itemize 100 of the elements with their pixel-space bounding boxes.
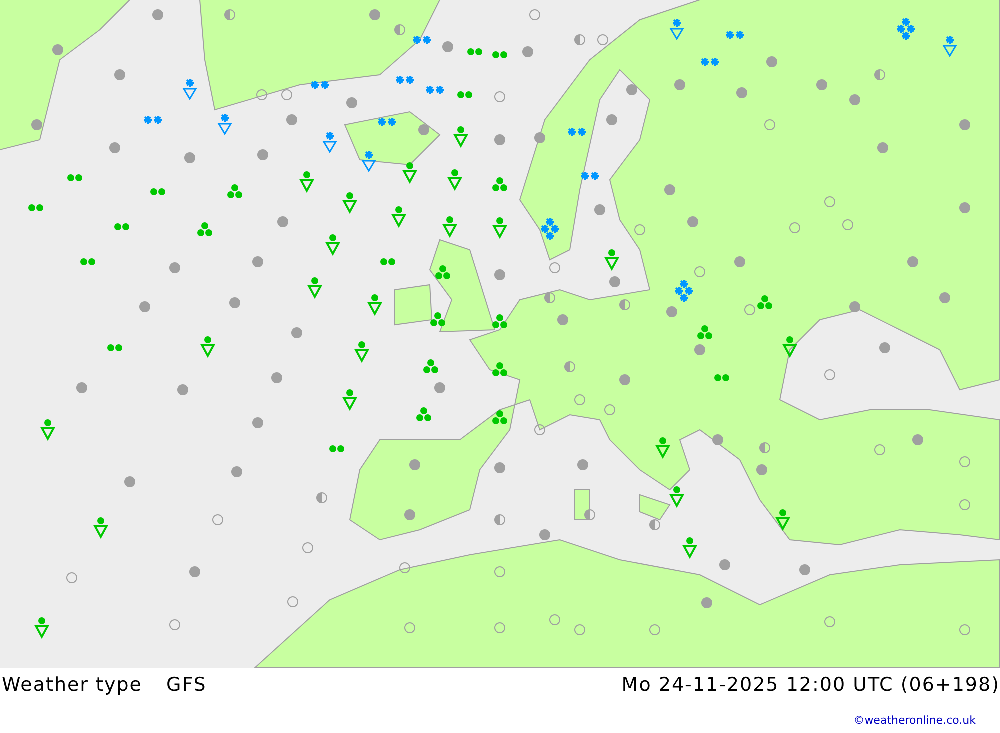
half-dot-icon: [620, 300, 630, 310]
snow-icon: [377, 117, 397, 127]
half-dot-icon: [564, 362, 576, 372]
dot-icon: [620, 374, 630, 386]
dot-icon: [272, 372, 282, 384]
dot-icon: [578, 460, 588, 470]
snow-icon: [725, 30, 745, 40]
half-dot-icon: [874, 70, 886, 80]
dot-icon: [404, 510, 416, 520]
dot-icon: [694, 344, 706, 356]
dot-icon: [370, 10, 380, 20]
shower-icon: [342, 192, 358, 214]
dot-icon: [230, 298, 240, 308]
dot-icon: [124, 476, 136, 488]
dot-icon: [434, 382, 446, 394]
dot-icon: [800, 564, 810, 576]
snowflake-cluster-icon: [674, 279, 694, 303]
shower-icon: [299, 172, 315, 194]
double-dot-icon: [468, 48, 482, 56]
ring-icon: [256, 90, 268, 100]
dot-icon: [292, 328, 302, 338]
ring-icon: [530, 10, 540, 20]
ring-icon: [288, 596, 298, 608]
dot-icon: [756, 464, 768, 476]
snow-shower-icon: [942, 35, 958, 58]
dot-icon: [960, 120, 970, 130]
dot-icon: [114, 70, 126, 80]
half-dot-icon: [650, 520, 660, 530]
ring-icon: [534, 424, 546, 436]
half-dot-icon: [224, 10, 236, 20]
double-dot-icon: [458, 92, 472, 98]
dot-icon: [286, 114, 298, 126]
dot-icon: [816, 80, 828, 90]
dot-icon: [912, 434, 924, 446]
dot-icon: [442, 42, 454, 52]
snow-shower-icon: [670, 18, 684, 40]
triple-dot-icon: [198, 222, 212, 236]
dot-icon: [252, 256, 264, 268]
dot-icon: [110, 142, 120, 154]
double-dot-icon: [80, 258, 96, 266]
snow-shower-icon: [182, 78, 198, 100]
ring-icon: [598, 34, 608, 46]
ring-icon: [842, 220, 854, 230]
credit-text: ©weatheronline.co.uk: [854, 712, 976, 728]
triple-dot-icon: [492, 410, 508, 424]
dot-icon: [534, 132, 546, 144]
dot-icon: [258, 150, 268, 160]
ring-icon: [574, 394, 586, 406]
snow-icon: [567, 127, 587, 137]
dot-icon: [418, 124, 430, 136]
triple-dot-icon: [436, 266, 450, 280]
half-dot-icon: [544, 292, 556, 304]
double-dot-icon: [28, 204, 44, 212]
dot-icon: [140, 302, 150, 312]
dot-icon: [594, 204, 606, 216]
dot-icon: [522, 46, 534, 58]
ring-icon: [824, 370, 836, 380]
half-dot-icon: [316, 492, 328, 504]
snow-icon: [412, 35, 432, 45]
dot-icon: [410, 460, 420, 470]
ring-icon: [634, 224, 646, 236]
shower-icon: [442, 216, 458, 238]
dot-icon: [940, 292, 950, 304]
ring-icon: [604, 404, 616, 416]
ring-icon: [494, 566, 506, 578]
dot-icon: [610, 276, 620, 288]
shower-icon: [447, 170, 463, 192]
dot-icon: [880, 342, 890, 354]
dot-icon: [606, 114, 618, 126]
dot-icon: [908, 256, 918, 268]
double-dot-icon: [108, 344, 122, 352]
ring-icon: [874, 444, 886, 456]
dot-icon: [558, 314, 568, 326]
double-dot-icon: [114, 224, 130, 230]
dot-icon: [850, 94, 860, 106]
model-name: GFS: [166, 676, 207, 695]
dot-icon: [494, 134, 506, 146]
snow-shower-icon: [322, 131, 338, 154]
ring-icon: [960, 624, 970, 636]
triple-dot-icon: [492, 362, 508, 376]
half-dot-icon: [584, 510, 596, 520]
shower-icon: [391, 206, 407, 228]
double-dot-icon: [68, 174, 82, 182]
dot-icon: [540, 530, 550, 540]
double-dot-icon: [150, 188, 166, 196]
ring-icon: [212, 514, 224, 526]
shower-icon: [669, 486, 685, 508]
dot-icon: [960, 202, 970, 214]
shower-icon: [93, 518, 109, 540]
ring-icon: [404, 622, 416, 634]
dot-icon: [626, 84, 638, 96]
dot-icon: [766, 56, 778, 68]
dot-icon: [278, 216, 288, 228]
snow-icon: [143, 115, 163, 125]
shower-icon: [307, 278, 323, 300]
ring-icon: [650, 624, 660, 636]
dot-icon: [52, 44, 64, 56]
ring-icon: [790, 222, 800, 234]
ring-icon: [550, 614, 560, 626]
snowflake-cluster-icon: [896, 17, 916, 41]
